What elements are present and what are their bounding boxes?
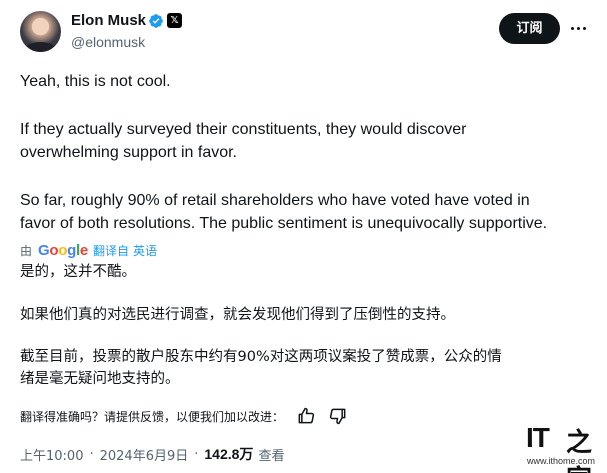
thumbs-down-icon[interactable] — [328, 406, 348, 426]
view-count: 142.8万 — [204, 446, 254, 462]
meta-separator: · — [89, 446, 94, 462]
google-letter: e — [79, 241, 88, 259]
tweet-meta: 上午10:00 · 2024年6月9日 · 142.8万 查看 — [20, 444, 284, 464]
tweet-text-line: overwhelming support in favor. — [20, 144, 237, 161]
meta-separator: · — [194, 446, 199, 462]
google-letter: o — [49, 241, 59, 259]
tweet-date[interactable]: 2024年6月9日 — [100, 445, 189, 464]
translated-text-line: 如果他们真的对选民进行调查，就会发现他们得到了压倒性的支持。 — [20, 307, 455, 323]
translated-by-label: 由 — [20, 243, 33, 258]
subscribe-button[interactable]: 订阅 — [499, 13, 560, 44]
watermark-it: IT — [526, 422, 550, 453]
translated-from-label: 翻译自 — [92, 243, 129, 258]
tweet-text-line: If they actually surveyed their constitu… — [20, 121, 467, 138]
google-letter: G — [38, 241, 50, 259]
views-label: 查看 — [258, 448, 285, 464]
avatar[interactable] — [20, 11, 61, 52]
thumbs-up-icon[interactable] — [296, 406, 316, 426]
google-letter: g — [67, 241, 77, 259]
translated-text-line: 是的，这并不酷。 — [20, 264, 136, 280]
translated-text-line: 绪是毫无疑问地支持的。 — [20, 371, 180, 387]
author-handle[interactable]: @elonmusk — [71, 34, 145, 50]
ithome-watermark: IT 之家 www.ithome.com — [526, 422, 600, 473]
translated-text-line: 截至目前，投票的散户股东中约有90%对这两项议案投了赞成票，公众的情 — [20, 349, 502, 365]
more-options-icon[interactable] — [569, 18, 589, 38]
watermark-url: www.ithome.com — [527, 456, 596, 466]
tweet-header: Elon Musk 𝕏 @elonmusk 订阅 — [0, 0, 607, 64]
tweet-text-line: favor of both resolutions. The public se… — [20, 215, 548, 232]
feedback-prompt: 翻译得准确吗？请提供反馈，以便我们加以改进： — [20, 409, 285, 424]
source-language-link[interactable]: 英语 — [133, 242, 157, 259]
tweet-text-line: Yeah, this is not cool. — [20, 73, 171, 90]
tweet-text-line: So far, roughly 90% of retail shareholde… — [20, 192, 530, 209]
x-affiliation-icon: 𝕏 — [167, 13, 182, 28]
google-letter: o — [58, 241, 68, 259]
translation-attribution: 由 Google 翻译自 英语 — [20, 240, 157, 260]
google-logo: Google — [38, 242, 88, 259]
tweet-time[interactable]: 上午10:00 — [20, 445, 83, 464]
author-name[interactable]: Elon Musk — [71, 12, 146, 29]
verified-badge-icon — [149, 14, 163, 28]
translation-feedback: 翻译得准确吗？请提供反馈，以便我们加以改进： — [20, 406, 348, 426]
